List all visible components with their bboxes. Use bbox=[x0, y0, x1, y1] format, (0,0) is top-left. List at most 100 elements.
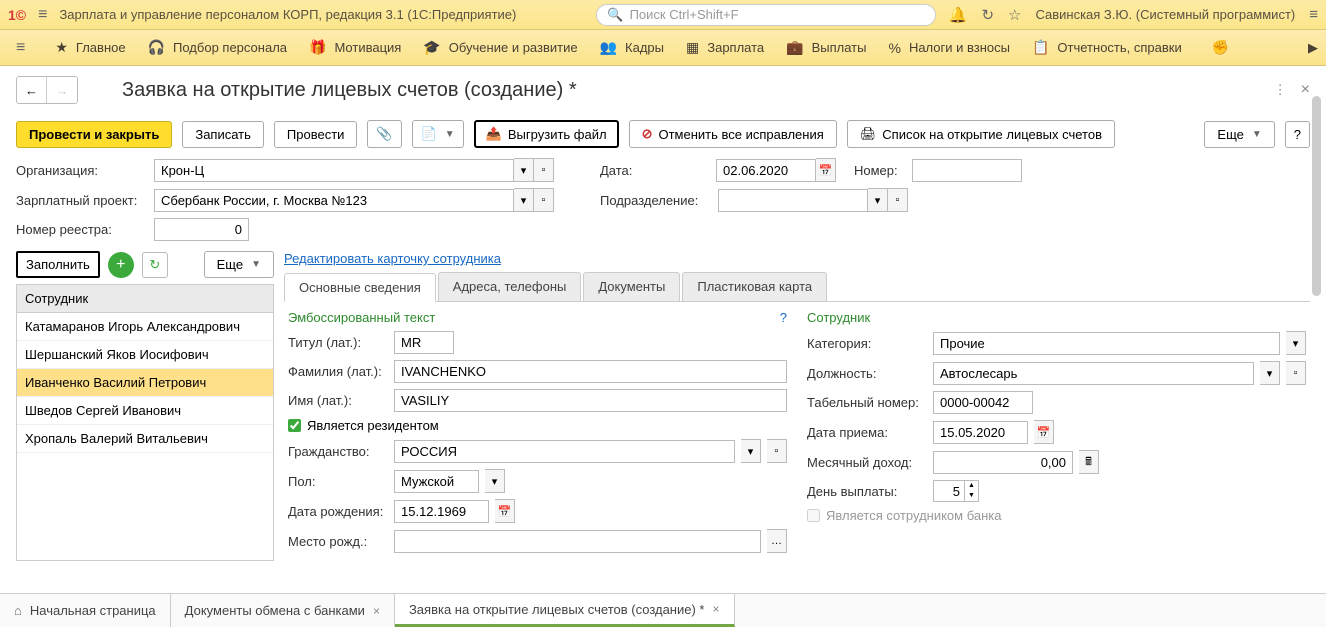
dropdown-icon[interactable]: ▾ bbox=[1286, 331, 1306, 355]
title-label: Титул (лат.): bbox=[288, 335, 388, 350]
tab-documents[interactable]: Документы bbox=[583, 272, 680, 301]
title-input[interactable] bbox=[394, 331, 454, 354]
sex-input[interactable] bbox=[394, 470, 479, 493]
current-document-tab[interactable]: Заявка на открытие лицевых счетов (созда… bbox=[395, 594, 735, 627]
bank-employee-checkbox bbox=[807, 509, 820, 522]
nav-salary[interactable]: ▦Зарплата bbox=[686, 39, 764, 56]
dropdown-icon[interactable]: ▾ bbox=[868, 188, 888, 212]
search-input[interactable]: 🔍 Поиск Ctrl+Shift+F bbox=[596, 4, 936, 26]
name-input[interactable] bbox=[394, 389, 787, 412]
employee-row[interactable]: Хропаль Валерий Витальевич bbox=[17, 425, 273, 453]
dropdown-icon[interactable]: ▾ bbox=[514, 188, 534, 212]
tabnum-input[interactable] bbox=[933, 391, 1033, 414]
category-input[interactable] bbox=[933, 332, 1280, 355]
nav-hr[interactable]: 👥Кадры bbox=[600, 39, 664, 56]
history-icon[interactable]: ↻ bbox=[981, 6, 994, 24]
calendar-icon[interactable]: 📅 bbox=[816, 158, 836, 182]
employee-row[interactable]: Шершанский Яков Иосифович bbox=[17, 341, 273, 369]
menu-icon[interactable]: ≡ bbox=[38, 6, 47, 24]
page-scrollbar[interactable] bbox=[1309, 66, 1323, 587]
clipboard-icon: 📋 bbox=[1032, 39, 1049, 56]
nav-training[interactable]: 🎓Обучение и развитие bbox=[423, 39, 577, 56]
post-button[interactable]: Провести bbox=[274, 121, 358, 148]
birthdate-input[interactable] bbox=[394, 500, 489, 523]
dropdown-icon[interactable]: ▾ bbox=[514, 158, 534, 182]
list-more-button[interactable]: Еще▼ bbox=[204, 251, 274, 278]
more-dots-icon[interactable]: ⋮ bbox=[1274, 82, 1287, 98]
nav-menu-icon[interactable]: ≡ bbox=[16, 39, 25, 57]
open-accounts-list-button[interactable]: 🖨Список на открытие лицевых счетов bbox=[847, 120, 1115, 148]
exchange-tab[interactable]: Документы обмена с банками× bbox=[171, 594, 395, 627]
extra-icon[interactable]: ✊ bbox=[1212, 39, 1229, 56]
nav-recruitment[interactable]: 🎧Подбор персонала bbox=[148, 39, 287, 56]
birthplace-input[interactable] bbox=[394, 530, 761, 553]
nav-scroll-right-icon[interactable]: ▶ bbox=[1308, 40, 1318, 56]
open-ref-icon[interactable]: ▫ bbox=[534, 188, 554, 212]
hire-input[interactable] bbox=[933, 421, 1028, 444]
employee-list-header[interactable]: Сотрудник bbox=[17, 285, 273, 313]
date-input[interactable] bbox=[716, 159, 816, 182]
calc-icon[interactable]: 🖩 bbox=[1079, 450, 1099, 474]
nav-main[interactable]: ★Главное bbox=[55, 39, 125, 56]
employee-list[interactable]: Сотрудник Катамаранов Игорь Александрови… bbox=[16, 284, 274, 561]
employee-row[interactable]: Шведов Сергей Иванович bbox=[17, 397, 273, 425]
dropdown-icon[interactable]: ▾ bbox=[1260, 361, 1280, 385]
open-ref-icon[interactable]: ▫ bbox=[767, 439, 787, 463]
tab-card[interactable]: Пластиковая карта bbox=[682, 272, 827, 301]
bell-icon[interactable]: 🔔 bbox=[949, 6, 968, 24]
calendar-icon[interactable]: 📅 bbox=[1034, 420, 1054, 444]
nav-motivation[interactable]: 🎁Мотивация bbox=[309, 39, 401, 56]
more-icon[interactable]: … bbox=[767, 529, 787, 553]
department-input[interactable] bbox=[718, 189, 868, 212]
org-input[interactable] bbox=[154, 159, 514, 182]
home-tab[interactable]: ⌂Начальная страница bbox=[0, 594, 171, 627]
save-button[interactable]: Записать bbox=[182, 121, 264, 148]
help-icon[interactable]: ? bbox=[780, 310, 787, 325]
employee-row[interactable]: Катамаранов Игорь Александрович bbox=[17, 313, 273, 341]
income-input[interactable] bbox=[933, 451, 1073, 474]
nav-payments[interactable]: 💼Выплаты bbox=[786, 39, 866, 56]
close-tab-icon[interactable]: × bbox=[373, 604, 380, 618]
citizenship-input[interactable] bbox=[394, 440, 735, 463]
export-file-button[interactable]: 📤Выгрузить файл bbox=[474, 120, 619, 148]
attach-button[interactable]: 📎 bbox=[367, 120, 401, 148]
cancel-corrections-button[interactable]: ⊘Отменить все исправления bbox=[629, 120, 837, 148]
payday-spinner[interactable]: ▲▼ bbox=[933, 480, 979, 502]
payday-input[interactable] bbox=[934, 481, 964, 501]
position-input[interactable] bbox=[933, 362, 1254, 385]
tab-addresses[interactable]: Адреса, телефоны bbox=[438, 272, 582, 301]
surname-input[interactable] bbox=[394, 360, 787, 383]
dropdown-icon[interactable]: ▾ bbox=[485, 469, 505, 493]
star-icon[interactable]: ☆ bbox=[1008, 6, 1021, 24]
user-name[interactable]: Савинская З.Ю. (Системный программист) bbox=[1035, 7, 1295, 22]
based-on-button[interactable]: 📄▼ bbox=[412, 120, 464, 148]
add-button[interactable]: + bbox=[108, 252, 134, 278]
registry-input[interactable] bbox=[154, 218, 249, 241]
close-tab-icon[interactable]: × bbox=[712, 602, 719, 616]
forward-button[interactable]: → bbox=[47, 77, 77, 103]
tab-main-info[interactable]: Основные сведения bbox=[284, 273, 436, 302]
fill-button[interactable]: Заполнить bbox=[16, 251, 100, 278]
spinner-down-icon[interactable]: ▼ bbox=[965, 491, 978, 501]
edit-employee-link[interactable]: Редактировать карточку сотрудника bbox=[284, 251, 1310, 266]
post-and-close-button[interactable]: Провести и закрыть bbox=[16, 121, 172, 148]
refresh-button[interactable]: ↻ bbox=[142, 252, 168, 278]
help-button[interactable]: ? bbox=[1285, 121, 1310, 148]
back-button[interactable]: ← bbox=[17, 77, 47, 103]
resident-checkbox[interactable] bbox=[288, 419, 301, 432]
calendar-icon[interactable]: 📅 bbox=[495, 499, 515, 523]
employee-row[interactable]: Иванченко Василий Петрович bbox=[17, 369, 273, 397]
open-ref-icon[interactable]: ▫ bbox=[534, 158, 554, 182]
scrollbar-thumb[interactable] bbox=[1312, 96, 1321, 296]
open-ref-icon[interactable]: ▫ bbox=[888, 188, 908, 212]
more-button[interactable]: Еще▼ bbox=[1204, 121, 1274, 148]
nav-taxes[interactable]: %Налоги и взносы bbox=[888, 40, 1010, 56]
nav-reports[interactable]: 📋Отчетность, справки bbox=[1032, 39, 1182, 56]
spinner-up-icon[interactable]: ▲ bbox=[965, 481, 978, 491]
dropdown-icon[interactable]: ▾ bbox=[741, 439, 761, 463]
salary-project-input[interactable] bbox=[154, 189, 514, 212]
registry-label: Номер реестра: bbox=[16, 222, 146, 237]
number-input[interactable] bbox=[912, 159, 1022, 182]
settings-icon[interactable]: ≡ bbox=[1309, 6, 1318, 23]
open-ref-icon[interactable]: ▫ bbox=[1286, 361, 1306, 385]
